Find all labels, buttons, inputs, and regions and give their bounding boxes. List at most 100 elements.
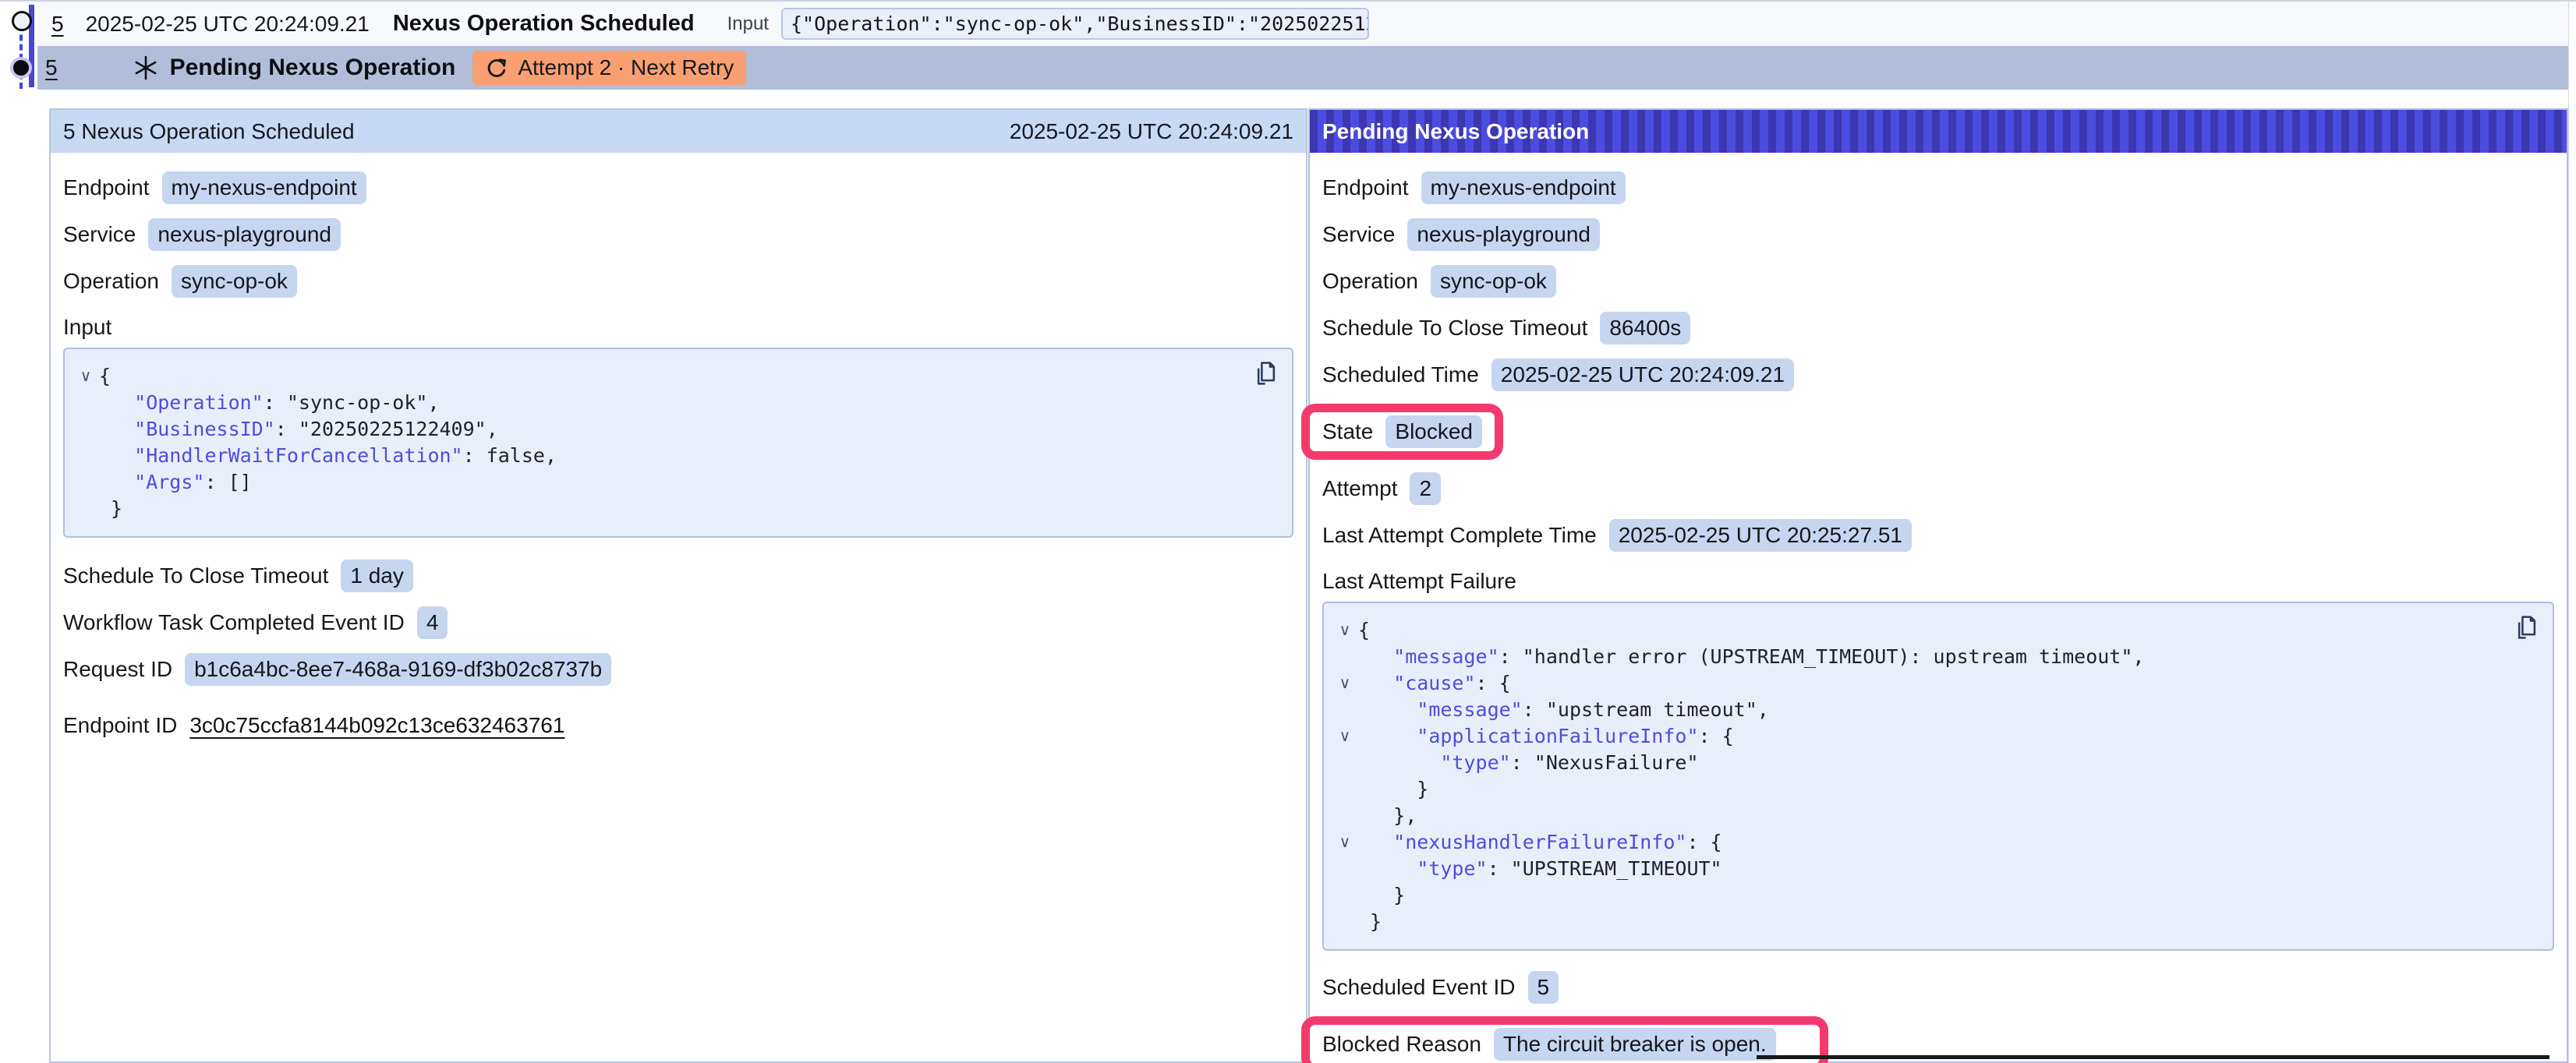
gutter-spacer xyxy=(73,443,99,469)
input-json-viewer: ∨{ "Operation": "sync-op-ok", "BusinessI… xyxy=(63,348,1293,538)
field-value-chip: sync-op-ok xyxy=(1431,265,1556,298)
field-service: Service nexus-playground xyxy=(63,217,1293,253)
event-id-link[interactable]: 5 xyxy=(51,12,64,37)
json-line-text: "message": "upstream timeout", xyxy=(1358,697,1769,723)
gutter-spacer xyxy=(73,416,99,443)
gutter-spacer xyxy=(1332,776,1358,803)
field-label: Service xyxy=(1322,222,1395,247)
timeline-dashed-connector xyxy=(19,25,23,89)
json-line: } xyxy=(1332,776,2498,803)
field-label: Last Attempt Complete Time xyxy=(1322,523,1597,548)
collapse-chevron-icon[interactable]: ∨ xyxy=(1332,670,1358,697)
json-line-text: "type": "NexusFailure" xyxy=(1358,750,1699,776)
field-endpoint-id: Endpoint ID 3c0c75ccfa8144b092c13ce63246… xyxy=(63,708,1293,743)
copy-icon[interactable] xyxy=(2514,613,2540,642)
json-line: }, xyxy=(1332,803,2498,829)
json-line-text: }, xyxy=(1358,803,1417,829)
endpoint-id-link[interactable]: 3c0c75ccfa8144b092c13ce632463761 xyxy=(189,713,564,738)
field-request-id: Request ID b1c6a4bc-8ee7-468a-9169-df3b0… xyxy=(63,652,1293,687)
field-label: Scheduled Event ID xyxy=(1322,975,1516,1000)
vertical-scrollbar[interactable] xyxy=(2568,2,2576,1063)
json-line-text: } xyxy=(1358,776,1428,803)
event-row-scheduled[interactable]: 5 2025-02-25 UTC 20:24:09.21 Nexus Opera… xyxy=(37,2,2569,46)
pending-title: Pending Nexus Operation xyxy=(170,55,456,81)
gutter-spacer xyxy=(1332,697,1358,723)
field-label: Operation xyxy=(63,269,159,294)
field-label: Endpoint ID xyxy=(63,713,177,738)
json-line: "message": "upstream timeout", xyxy=(1332,697,2498,723)
field-attempt: Attempt 2 xyxy=(1322,471,2554,507)
workflow-history-page: 5 2025-02-25 UTC 20:24:09.21 Nexus Opera… xyxy=(0,0,2576,1063)
json-line-text: } xyxy=(99,496,122,522)
json-line-text: { xyxy=(99,363,111,390)
retry-badge-label: Attempt 2 · Next Retry xyxy=(518,55,734,80)
json-line-text: "BusinessID": "20250225122409", xyxy=(99,416,498,443)
collapse-chevron-icon[interactable]: ∨ xyxy=(1332,723,1358,750)
json-line: } xyxy=(1332,882,2498,909)
field-label: Attempt xyxy=(1322,476,1397,501)
field-wft-completed-id: Workflow Task Completed Event ID 4 xyxy=(63,605,1293,641)
field-blocked-reason: Blocked Reason The circuit breaker is op… xyxy=(1322,1026,1776,1062)
collapse-chevron-icon[interactable]: ∨ xyxy=(73,363,99,390)
json-line-text: } xyxy=(1358,909,1382,935)
json-line: "Operation": "sync-op-ok", xyxy=(73,390,1237,416)
json-line-text: "type": "UPSTREAM_TIMEOUT" xyxy=(1358,856,1722,882)
field-value-chip: b1c6a4bc-8ee7-468a-9169-df3b02c8737b xyxy=(185,653,611,686)
json-line: } xyxy=(1332,909,2498,935)
retry-icon xyxy=(485,56,508,79)
input-section-label: Input xyxy=(63,315,1293,340)
field-label: State xyxy=(1322,419,1373,444)
field-label: Scheduled Time xyxy=(1322,362,1479,387)
pending-asterisk-icon xyxy=(133,55,159,81)
bottom-divider-line xyxy=(1757,1055,2549,1059)
collapse-chevron-icon[interactable]: ∨ xyxy=(1332,617,1358,644)
pending-operation-header-title: Pending Nexus Operation xyxy=(1322,119,1589,144)
input-preview-chip[interactable]: {"Operation":"sync-op-ok","BusinessID":"… xyxy=(781,8,1369,40)
event-detail-header-timestamp: 2025-02-25 UTC 20:24:09.21 xyxy=(1010,119,1293,144)
field-endpoint: Endpoint my-nexus-endpoint xyxy=(63,170,1293,206)
state-value-chip: Blocked xyxy=(1385,415,1482,448)
field-label: Operation xyxy=(1322,269,1418,294)
field-value-chip: sync-op-ok xyxy=(172,265,297,298)
field-operation: Operation sync-op-ok xyxy=(63,263,1293,299)
event-row-pending[interactable]: 5 Pending Nexus Operation Attempt 2 · Ne… xyxy=(37,46,2569,90)
gutter-spacer xyxy=(73,390,99,416)
copy-icon[interactable] xyxy=(1253,358,1279,388)
event-name: Nexus Operation Scheduled xyxy=(393,11,695,37)
field-label: Schedule To Close Timeout xyxy=(63,563,328,588)
last-attempt-failure-label: Last Attempt Failure xyxy=(1322,569,2554,594)
json-line-text: "Operation": "sync-op-ok", xyxy=(99,390,440,416)
pending-event-id-link[interactable]: 5 xyxy=(45,55,58,80)
json-line: } xyxy=(73,496,1237,522)
field-last-attempt-complete: Last Attempt Complete Time 2025-02-25 UT… xyxy=(1322,517,2554,553)
timeline-event-dot-open[interactable] xyxy=(12,11,32,31)
field-schedule-to-close: Schedule To Close Timeout 1 day xyxy=(63,558,1293,594)
json-line-text: "HandlerWaitForCancellation": false, xyxy=(99,443,557,469)
field-value-chip: my-nexus-endpoint xyxy=(1421,171,1626,204)
event-detail-header: 5 Nexus Operation Scheduled 2025-02-25 U… xyxy=(51,110,1306,153)
json-line-text: "message": "handler error (UPSTREAM_TIME… xyxy=(1358,644,2144,670)
retry-badge: Attempt 2 · Next Retry xyxy=(472,51,746,85)
field-label: Schedule To Close Timeout xyxy=(1322,316,1587,341)
json-line-text: } xyxy=(1358,882,1405,909)
pending-operation-header: Pending Nexus Operation xyxy=(1310,110,2567,153)
field-label: Request ID xyxy=(63,657,172,682)
field-value-chip: 2025-02-25 UTC 20:25:27.51 xyxy=(1609,519,1912,552)
gutter-spacer xyxy=(1332,750,1358,776)
field-value-chip: 1 day xyxy=(341,560,413,592)
blocked-reason-value-chip: The circuit breaker is open. xyxy=(1494,1028,1776,1061)
json-line: "message": "handler error (UPSTREAM_TIME… xyxy=(1332,644,2498,670)
json-line: "Args": [] xyxy=(73,469,1237,496)
pending-operation-panel: Pending Nexus Operation Endpoint my-nexu… xyxy=(1308,108,2568,1063)
field-value-chip: 2025-02-25 UTC 20:24:09.21 xyxy=(1491,358,1794,391)
json-line-text: "applicationFailureInfo": { xyxy=(1358,723,1734,750)
field-value-chip: 86400s xyxy=(1600,312,1690,344)
json-line-text: { xyxy=(1358,617,1370,644)
field-label: Workflow Task Completed Event ID xyxy=(63,610,405,635)
field-label: Service xyxy=(63,222,136,247)
field-service: Service nexus-playground xyxy=(1322,217,2554,253)
gutter-spacer xyxy=(1332,644,1358,670)
timeline-event-dot-selected[interactable] xyxy=(13,60,29,76)
collapse-chevron-icon[interactable]: ∨ xyxy=(1332,829,1358,856)
json-line: ∨{ xyxy=(1332,617,2498,644)
